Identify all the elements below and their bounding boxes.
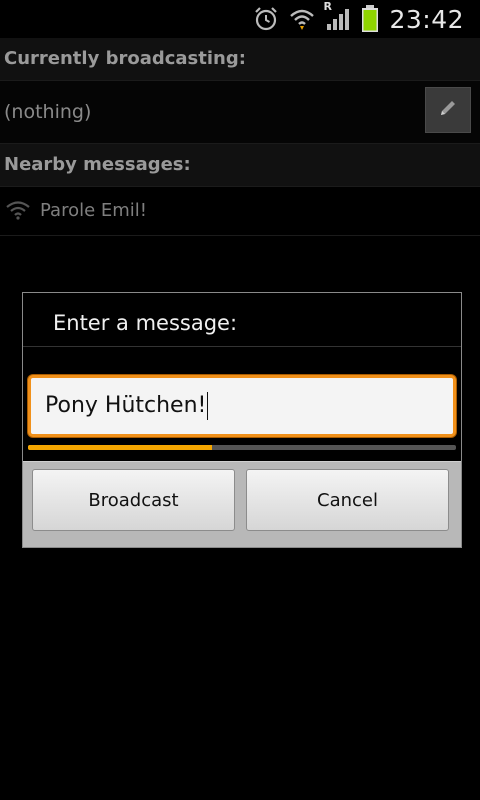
dialog-divider: [23, 346, 461, 347]
signal-icon: R: [323, 0, 351, 32]
alarm-icon: [253, 6, 279, 32]
battery-icon: [361, 5, 379, 33]
message-input[interactable]: Pony Hütchen!: [28, 375, 456, 437]
wifi-icon: [6, 199, 30, 225]
status-time: 23:42: [389, 4, 464, 34]
roaming-indicator: R: [323, 0, 332, 13]
dialog-title: Enter a message:: [53, 311, 238, 335]
broadcast-button[interactable]: Broadcast: [32, 469, 235, 531]
message-length-progress: [28, 445, 456, 450]
edit-message-button[interactable]: [425, 87, 471, 133]
text-caret: [207, 392, 209, 420]
pencil-icon: [437, 97, 459, 123]
message-dialog: Enter a message: Pony Hütchen! Broadcast…: [22, 292, 462, 548]
current-broadcast-value: (nothing): [4, 101, 92, 123]
status-bar: R 23:42: [0, 0, 480, 38]
cancel-button[interactable]: Cancel: [246, 469, 449, 531]
nearby-message-text: Parole Emil!: [40, 200, 148, 221]
list-item[interactable]: Parole Emil!: [0, 187, 480, 236]
message-input-value: Pony Hütchen!: [45, 393, 207, 418]
current-broadcast-header: Currently broadcasting:: [0, 38, 480, 81]
progress-fill: [28, 445, 213, 450]
wifi-icon: [289, 6, 315, 32]
dialog-button-bar: Broadcast Cancel: [23, 461, 461, 547]
nearby-messages-header: Nearby messages:: [0, 144, 480, 187]
current-broadcast-row: (nothing): [0, 81, 480, 144]
